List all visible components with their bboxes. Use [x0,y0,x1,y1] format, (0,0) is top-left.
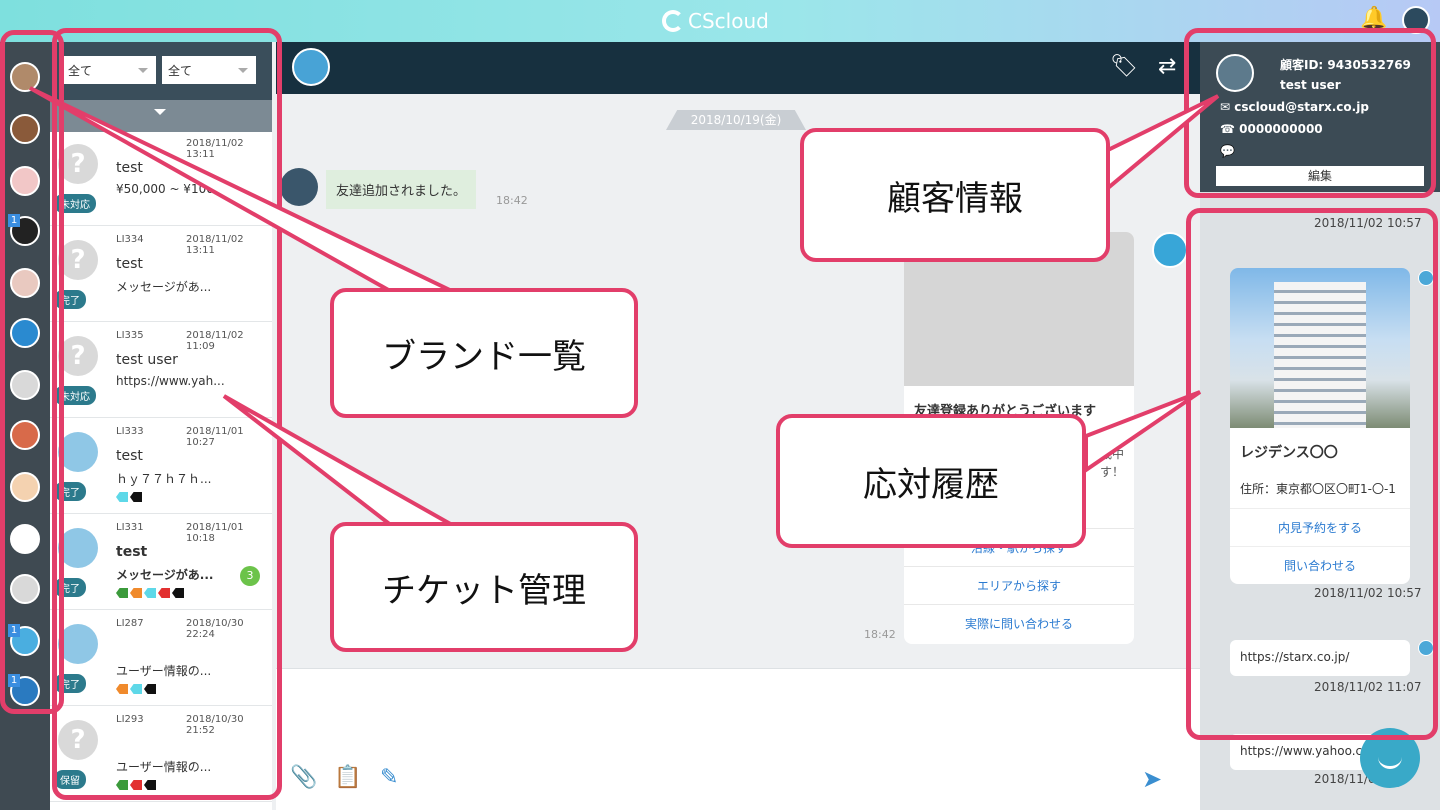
paperclip-icon[interactable]: 📎 [290,765,317,790]
callout-brands: ブランド一覧 [330,288,638,418]
history-highlight [1186,208,1438,740]
callout-customer: 顧客情報 [800,128,1110,262]
message-time: 18:42 [864,628,896,641]
card-button[interactable]: エリアから探す [904,566,1134,604]
clipboard-icon[interactable]: 📋 [334,765,361,790]
logo-mark-icon [662,10,684,32]
message-avatar [280,168,318,206]
edit-icon[interactable]: ✎ [380,765,398,790]
logo-text: CScloud [688,9,769,33]
chat-avatar[interactable] [292,48,330,86]
callout-tickets: チケット管理 [330,522,638,652]
app-logo[interactable]: CScloud [662,9,769,33]
bot-avatar [1152,232,1188,268]
send-icon[interactable]: ➤ [1142,765,1162,793]
callout-history: 応対履歴 [776,414,1086,548]
customer-info-highlight [1184,28,1436,198]
message-time: 18:42 [496,194,528,207]
ticket-panel-highlight [52,28,282,800]
message-bubble: 友達追加されました。 [326,170,477,209]
message-composer[interactable]: 📎 📋 ✎ ➤ [276,668,1200,810]
tag-icon[interactable]: 🏷 [1110,54,1138,79]
chat-header: 🏷 ⇄ [276,42,1200,94]
shuffle-icon[interactable]: ⇄ [1158,54,1176,79]
card-button[interactable]: 実際に問い合わせる [904,604,1134,642]
date-separator: 2018/10/19(金) [666,110,806,130]
